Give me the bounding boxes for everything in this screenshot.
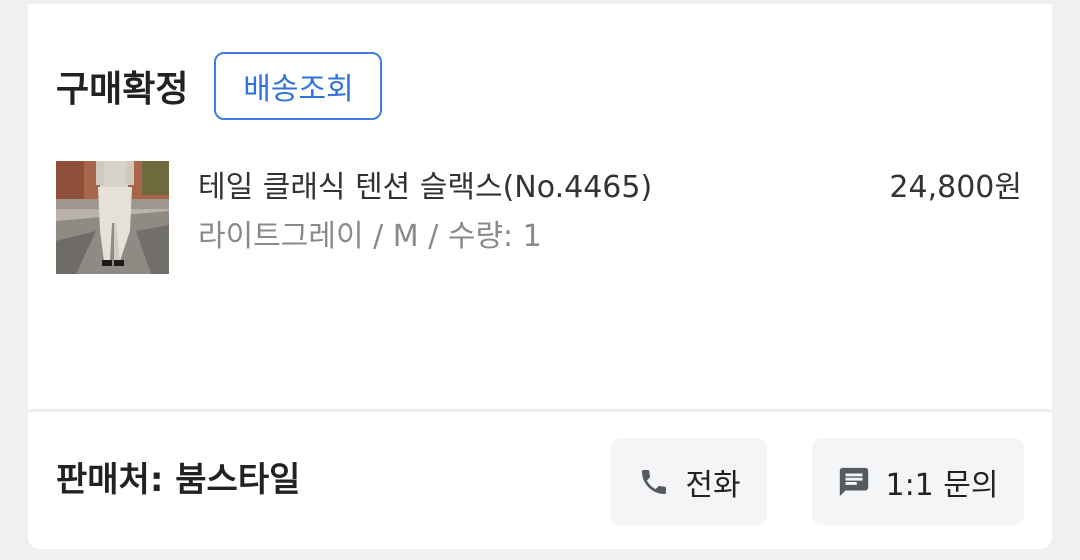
product-photo-icon	[56, 161, 169, 274]
product-option: 라이트그레이 / M / 수량: 1	[198, 219, 542, 254]
inquiry-button-label: 1:1 문의	[885, 467, 999, 503]
section-divider	[28, 409, 1052, 412]
product-thumbnail[interactable]	[56, 161, 169, 274]
seller-label: 판매처: 붐스타일	[56, 460, 301, 500]
phone-icon	[637, 465, 671, 499]
order-status-row: 구매확정 배송조회	[56, 48, 383, 124]
call-button-label: 전화	[685, 467, 741, 503]
product-name[interactable]: 테일 클래식 텐션 슬랙스(No.4465)	[198, 162, 652, 206]
track-delivery-button[interactable]: 배송조회	[214, 52, 383, 120]
call-button[interactable]: 전화	[611, 438, 767, 525]
chat-icon	[837, 465, 871, 499]
inquiry-button[interactable]: 1:1 문의	[812, 438, 1024, 525]
order-card: 구매확정 배송조회 테일 클래식 텐션 슬랙스(No.4465) 라이트그레이 …	[28, 4, 1052, 549]
order-status-title: 구매확정	[56, 69, 189, 110]
product-price: 24,800원	[889, 170, 1022, 205]
